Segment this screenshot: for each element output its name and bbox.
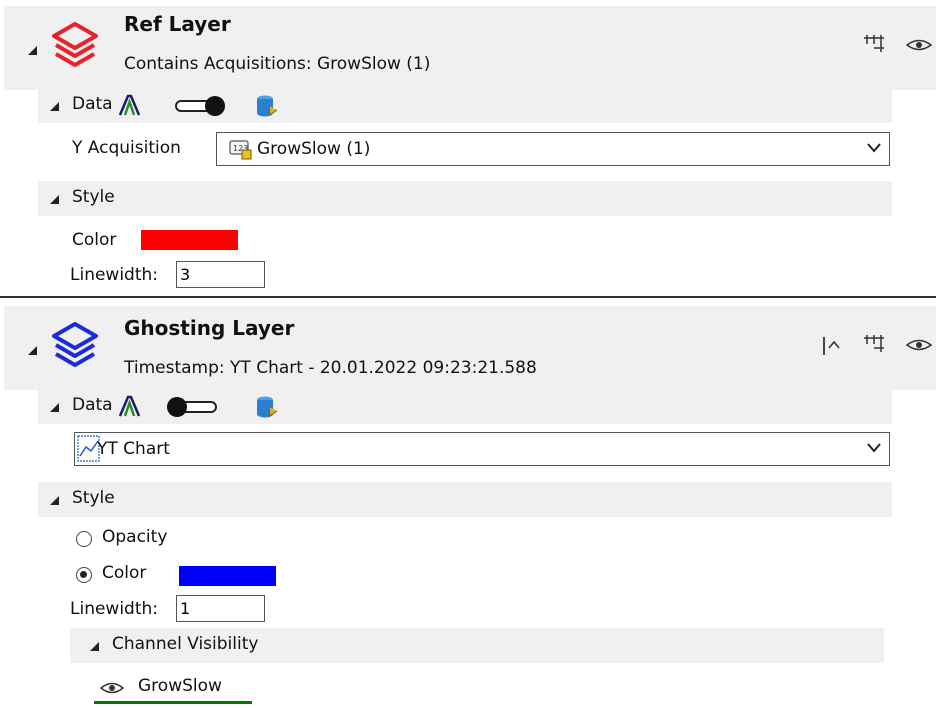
ref-linewidth-label: Linewidth:: [70, 265, 159, 285]
ref-layer-title: Ref Layer: [124, 12, 231, 36]
database-icon[interactable]: [256, 94, 278, 118]
radio-selected-dot: [80, 571, 87, 578]
measure-icon[interactable]: [862, 334, 886, 354]
channel-visibility-collapse-toggle[interactable]: [90, 642, 99, 651]
peak-cursor-icon[interactable]: [822, 336, 842, 356]
acquisition-icon: 123: [229, 139, 253, 161]
layer-divider: [0, 296, 936, 298]
ghosting-layer-collapse-toggle[interactable]: [28, 346, 37, 355]
ghost-linewidth-input[interactable]: [176, 595, 265, 622]
y-acquisition-label: Y Acquisition: [72, 138, 181, 158]
ref-color-label: Color: [72, 230, 117, 250]
ghost-style-collapse-toggle[interactable]: [50, 496, 59, 505]
opacity-radio[interactable]: [76, 531, 92, 547]
chart-select-value: YT Chart: [97, 439, 170, 459]
eye-icon[interactable]: [100, 681, 126, 695]
opacity-label: Opacity: [102, 527, 168, 547]
eye-icon[interactable]: [906, 338, 936, 352]
ghosting-layer-title: Ghosting Layer: [124, 316, 295, 340]
channel-visibility-label: Channel Visibility: [112, 634, 259, 654]
channel-name: GrowSlow: [138, 676, 222, 696]
antenna-icon: [118, 93, 144, 117]
ref-layer-collapse-toggle[interactable]: [28, 46, 37, 55]
antenna-icon: [118, 394, 144, 418]
ghost-data-toggle-switch[interactable]: [166, 396, 217, 417]
ghost-linewidth-label: Linewidth:: [70, 599, 159, 619]
eye-icon[interactable]: [906, 38, 936, 52]
ghosting-layer-subtitle: Timestamp: YT Chart - 20.01.2022 09:23:2…: [124, 358, 537, 378]
y-acquisition-value: GrowSlow (1): [257, 139, 371, 159]
ref-color-swatch[interactable]: [141, 230, 238, 250]
chart-select[interactable]: YT Chart: [74, 432, 890, 466]
channel-item-growslow[interactable]: GrowSlow: [94, 672, 252, 705]
ref-layer-icon: [50, 20, 100, 68]
color-radio[interactable]: [76, 567, 92, 583]
ref-style-label: Style: [72, 187, 115, 207]
ref-data-section: [38, 88, 892, 123]
ghost-data-label: Data: [72, 395, 113, 415]
ref-style-section: [38, 181, 892, 216]
y-acquisition-select[interactable]: 123 GrowSlow (1): [216, 132, 890, 166]
ghost-data-collapse-toggle[interactable]: [50, 403, 59, 412]
chevron-down-icon[interactable]: [867, 142, 881, 154]
chevron-down-icon[interactable]: [867, 442, 881, 454]
ghost-style-label: Style: [72, 488, 115, 508]
ref-layer-subtitle: Contains Acquisitions: GrowSlow (1): [124, 54, 431, 74]
ghosting-layer-icon: [50, 320, 100, 368]
ghost-color-swatch[interactable]: [179, 566, 276, 586]
ref-data-label: Data: [72, 94, 113, 114]
ref-style-collapse-toggle[interactable]: [50, 195, 59, 204]
ref-data-collapse-toggle[interactable]: [50, 102, 59, 111]
ghost-color-label: Color: [102, 563, 147, 583]
ref-data-toggle-switch[interactable]: [175, 95, 225, 116]
ghost-style-section: [38, 482, 892, 517]
ref-linewidth-input[interactable]: [176, 261, 265, 288]
measure-icon[interactable]: [862, 34, 886, 54]
database-icon[interactable]: [256, 395, 278, 419]
channel-selected-underline: [94, 701, 252, 704]
